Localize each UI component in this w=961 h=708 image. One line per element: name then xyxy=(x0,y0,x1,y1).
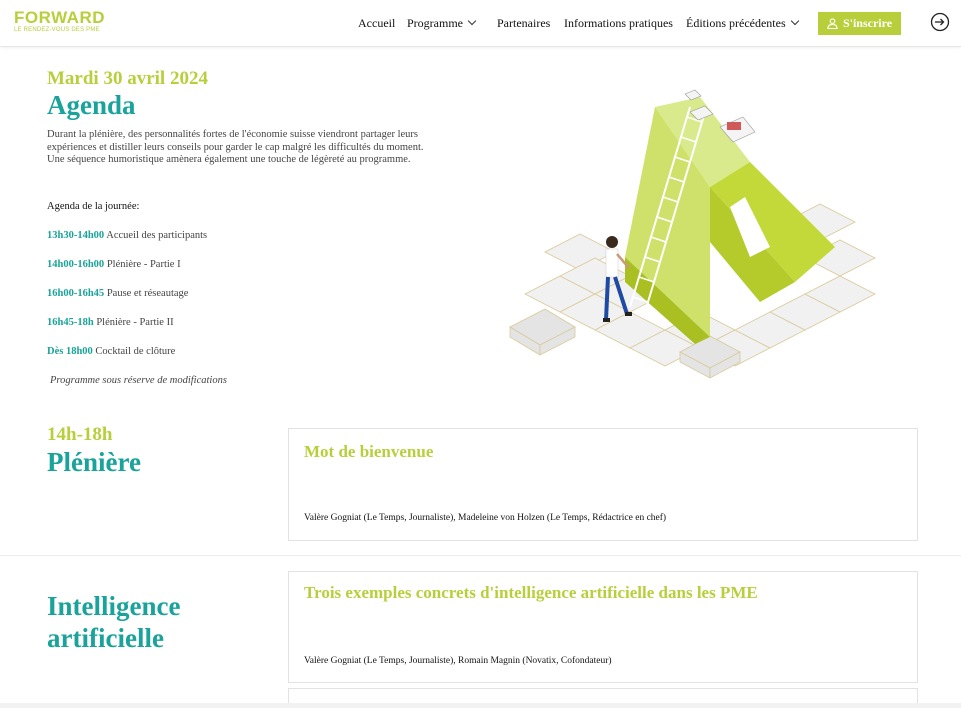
event-date: Mardi 30 avril 2024 xyxy=(47,68,208,89)
horizontal-scrollbar[interactable] xyxy=(0,703,961,708)
session-title: Mot de bienvenue xyxy=(304,442,434,461)
intro-paragraph: Durant la plénière, des personnalités fo… xyxy=(47,129,424,165)
schedule-time: 16h45-18h xyxy=(47,317,94,328)
schedule-item: 14h00-16h00 Plénière - Partie I xyxy=(47,259,181,270)
nav-partenaires[interactable]: Partenaires xyxy=(497,16,550,31)
schedule-time: 14h00-16h00 xyxy=(47,259,105,270)
nav-editions-label: Éditions précédentes xyxy=(686,16,786,30)
schedule-label: Pause et réseautage xyxy=(106,288,189,299)
nav-informations-label: Informations pratiques xyxy=(564,16,673,30)
schedule-time: Dès 18h00 xyxy=(47,346,93,357)
nav-editions-precedentes[interactable]: Éditions précédentes xyxy=(686,16,799,31)
nav-accueil-label: Accueil xyxy=(358,16,396,30)
page-title: Agenda xyxy=(47,90,136,120)
session-title: Trois exemples concrets d'intelligence a… xyxy=(304,583,758,602)
agenda-illustration xyxy=(509,89,876,379)
session-speakers: Valère Gogniat (Le Temps, Journaliste), … xyxy=(304,656,612,666)
signup-button[interactable]: S'inscrire xyxy=(818,12,901,35)
session-card[interactable]: Trois exemples concrets d'intelligence a… xyxy=(288,571,918,683)
chevron-down-icon xyxy=(790,16,799,26)
section-title: Intelligence artificielle xyxy=(47,591,181,653)
schedule-time: 16h00-16h45 xyxy=(47,288,105,299)
schedule-label: Plénière - Partie I xyxy=(106,259,181,270)
nav-informations-pratiques[interactable]: Informations pratiques xyxy=(564,16,673,31)
user-icon xyxy=(827,18,838,29)
section-title: Plénière xyxy=(47,447,141,477)
nav-accueil[interactable]: Accueil xyxy=(358,16,395,31)
main-nav: Accueil Programme Partenaires Informatio… xyxy=(0,16,961,32)
site-header: FORWARD LE RENDEZ-VOUS DES PME Accueil P… xyxy=(0,0,961,47)
agenda-heading: Agenda de la journée: xyxy=(47,201,140,212)
schedule-label: Plénière - Partie II xyxy=(96,317,174,328)
session-speakers: Valère Gogniat (Le Temps, Journaliste), … xyxy=(304,513,667,523)
section-time: 14h-18h xyxy=(47,424,113,445)
chevron-down-icon xyxy=(467,16,477,26)
session-card[interactable]: Mot de bienvenue Valère Gogniat (Le Temp… xyxy=(288,428,918,541)
sign-in-icon[interactable] xyxy=(930,12,950,32)
schedule-label: Accueil des participants xyxy=(106,230,208,241)
nav-programme[interactable]: Programme xyxy=(407,16,477,31)
schedule-time: 13h30-14h00 xyxy=(47,230,105,241)
nav-partenaires-label: Partenaires xyxy=(497,16,551,30)
nav-programme-label: Programme xyxy=(407,16,463,30)
schedule-label: Cocktail de clôture xyxy=(95,346,176,357)
schedule-item: 16h00-16h45 Pause et réseautage xyxy=(47,288,188,299)
section-divider xyxy=(0,555,961,556)
schedule-item: Dès 18h00 Cocktail de clôture xyxy=(47,346,175,357)
program-note: Programme sous réserve de modifications xyxy=(50,375,227,386)
signup-label: S'inscrire xyxy=(842,16,893,30)
schedule-item: 13h30-14h00 Accueil des participants xyxy=(47,230,207,241)
schedule-item: 16h45-18h Plénière - Partie II xyxy=(47,317,174,328)
